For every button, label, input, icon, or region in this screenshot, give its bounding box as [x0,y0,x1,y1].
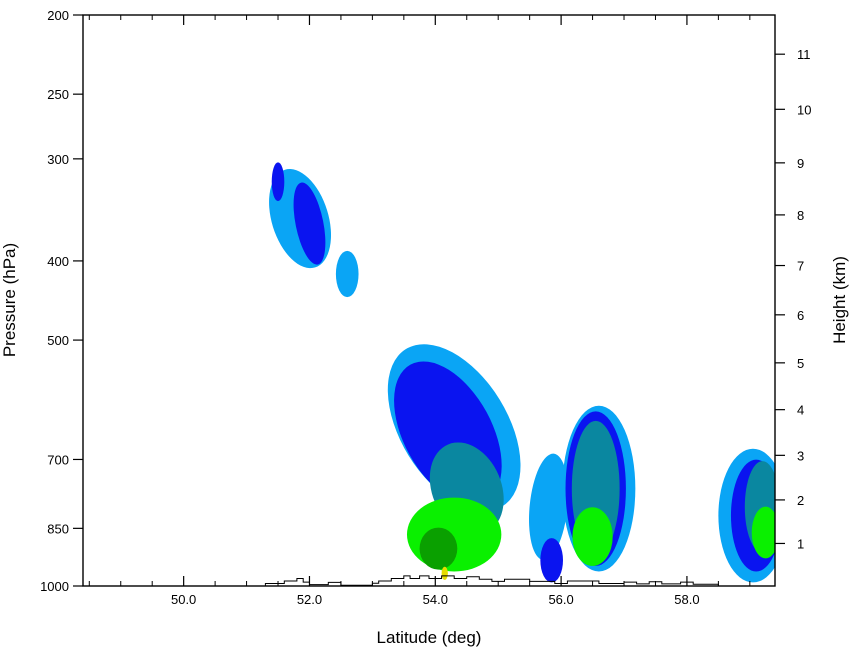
y2-tick-label: 11 [797,47,811,62]
y2-tick-label: 9 [797,156,804,171]
x-tick-label: 56.0 [548,592,573,607]
y2-tick-label: 3 [797,448,804,463]
contour-blob-8 [419,527,458,570]
x-tick-label: 50.0 [171,592,196,607]
y2-axis-title: Height (km) [830,256,849,344]
y-tick-label: 700 [47,452,69,467]
contour-blob-11 [540,538,563,583]
cross-section-chart: 50.0 52.0 54.0 56.0 58.020025030040050070085… [0,8,849,647]
y-tick-label: 200 [47,8,69,23]
y-tick-label: 250 [47,87,69,102]
contour-blob-3 [271,162,285,202]
x-tick-label: 58.0 [674,592,699,607]
y-tick-label: 400 [47,254,69,269]
y2-tick-label: 5 [797,356,804,371]
y-tick-label: 500 [47,333,69,348]
y2-tick-label: 2 [797,493,804,508]
y-axis-title: Pressure (hPa) [0,243,19,357]
y2-tick-label: 1 [797,536,804,551]
contour-blob-15 [572,507,613,566]
contour-blob-1 [335,250,359,298]
y-tick-label: 300 [47,152,69,167]
y-tick-label: 1000 [40,579,69,594]
plot-background [83,15,775,586]
x-tick-label: 52.0 [297,592,322,607]
y2-tick-label: 4 [797,403,804,418]
x-tick-label: 54.0 [423,592,448,607]
y2-tick-label: 8 [797,208,804,223]
contour-blob-7 [406,497,502,572]
x-axis-title: Latitude (deg) [377,628,482,647]
y2-tick-label: 10 [797,102,811,117]
y-tick-label: 850 [47,521,69,536]
y2-tick-label: 6 [797,308,804,323]
y2-tick-label: 7 [797,259,804,274]
contour-blob-9 [441,566,448,580]
